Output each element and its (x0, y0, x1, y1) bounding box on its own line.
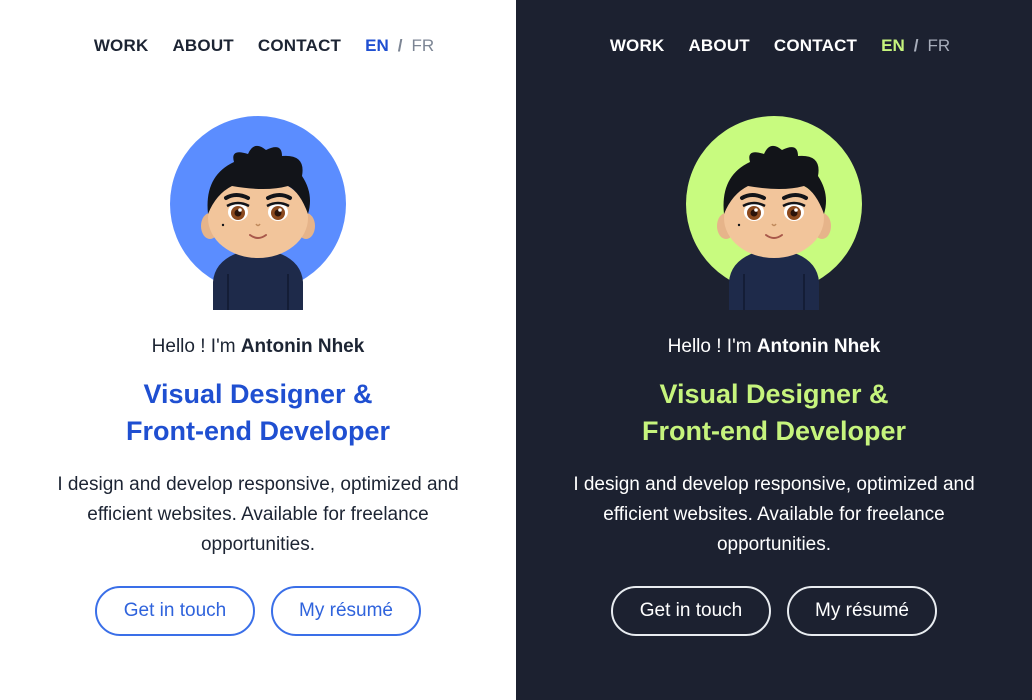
get-in-touch-button[interactable]: Get in touch (95, 586, 255, 636)
dark-theme-panel: WORK ABOUT CONTACT EN / FR Hello ! I'm A… (516, 0, 1032, 700)
greeting: Hello ! I'm Antonin Nhek (668, 336, 881, 358)
avatar-portrait-icon (686, 116, 862, 310)
lang-en-link[interactable]: EN (881, 36, 905, 56)
light-theme-panel: WORK ABOUT CONTACT EN / FR Hello ! I'm A… (0, 0, 516, 700)
resume-button[interactable]: My résumé (787, 586, 937, 636)
language-switcher: EN / FR (881, 36, 950, 56)
avatar (170, 114, 346, 310)
greeting-prefix: Hello ! I'm (151, 336, 241, 357)
avatar (686, 114, 862, 310)
page-title: Visual Designer & Front-end Developer (126, 376, 390, 450)
greeting-prefix: Hello ! I'm (667, 336, 757, 357)
resume-button[interactable]: My résumé (271, 586, 421, 636)
author-name: Antonin Nhek (240, 336, 365, 357)
lang-fr-link[interactable]: FR (928, 36, 951, 56)
headline-line-1: Visual Designer & (659, 379, 889, 409)
language-switcher: EN / FR (365, 36, 434, 56)
nav-work-link[interactable]: WORK (610, 36, 665, 56)
nav-contact-link[interactable]: CONTACT (774, 36, 857, 56)
lang-separator: / (397, 36, 403, 55)
lang-fr-link[interactable]: FR (412, 36, 435, 56)
intro-description: I design and develop responsive, optimiz… (573, 474, 975, 555)
nav-work-link[interactable]: WORK (94, 36, 149, 56)
avatar-portrait-icon (170, 116, 346, 310)
main-nav: WORK ABOUT CONTACT EN / FR (598, 36, 950, 56)
nav-contact-link[interactable]: CONTACT (258, 36, 341, 56)
headline-line-2: Front-end Developer (641, 416, 907, 446)
lang-en-link[interactable]: EN (365, 36, 389, 56)
intro-description: I design and develop responsive, optimiz… (57, 474, 459, 555)
cta-group: Get in touch My résumé (603, 586, 945, 636)
author-name: Antonin Nhek (756, 336, 881, 357)
lang-separator: / (913, 36, 919, 55)
main-nav: WORK ABOUT CONTACT EN / FR (82, 36, 434, 56)
nav-about-link[interactable]: ABOUT (172, 36, 233, 56)
headline-line-1: Visual Designer & (143, 379, 373, 409)
cta-group: Get in touch My résumé (87, 586, 429, 636)
get-in-touch-button[interactable]: Get in touch (611, 586, 771, 636)
nav-about-link[interactable]: ABOUT (688, 36, 749, 56)
greeting: Hello ! I'm Antonin Nhek (152, 336, 365, 358)
headline-line-2: Front-end Developer (125, 416, 391, 446)
page-title: Visual Designer & Front-end Developer (642, 376, 906, 450)
